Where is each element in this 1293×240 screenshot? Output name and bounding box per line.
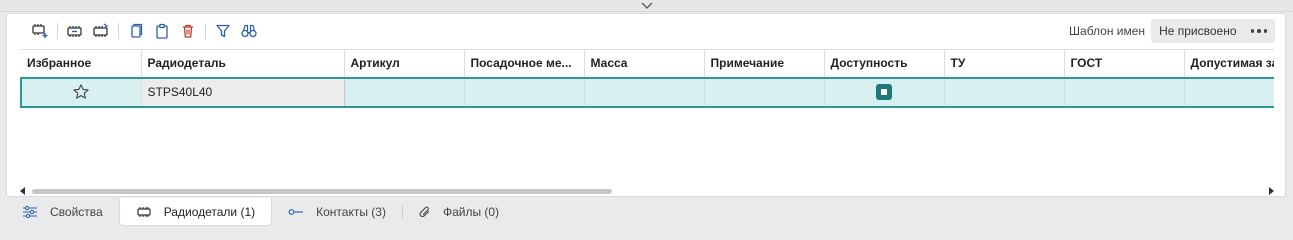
toolbar-separator: [205, 23, 206, 39]
availability-cell[interactable]: [824, 76, 945, 108]
template-selector[interactable]: Не присвоено: [1151, 19, 1275, 43]
tab-label: Файлы (0): [442, 205, 500, 219]
components-grid: Избранное Радиодеталь Артикул Посадочное…: [20, 49, 1274, 189]
mass-cell[interactable]: [584, 76, 705, 108]
footprint-cell[interactable]: [464, 76, 585, 108]
column-header-tu[interactable]: ТУ: [944, 49, 1065, 78]
import-component-button[interactable]: [62, 18, 88, 44]
toolbar-separator: [118, 23, 119, 39]
import-component-icon: [67, 26, 82, 37]
column-header-footprint[interactable]: Посадочное ме...: [464, 49, 585, 78]
export-component-icon: [93, 23, 109, 37]
components-panel: Шаблон имен Не присвоено Избранное Радио…: [6, 13, 1286, 197]
copy-button[interactable]: [123, 18, 149, 44]
tab-components[interactable]: Радиодетали (1): [118, 198, 273, 226]
filter-icon: [216, 24, 230, 38]
favorite-cell[interactable]: [20, 76, 142, 108]
toolbar-separator: [57, 23, 58, 39]
binoculars-icon: [241, 24, 257, 38]
component-icon: [136, 205, 152, 219]
tolerance-cell[interactable]: [1184, 76, 1274, 108]
availability-checkbox[interactable]: [876, 84, 892, 100]
chevron-down-icon[interactable]: [641, 2, 653, 10]
add-component-icon: [32, 24, 48, 38]
tab-contacts[interactable]: Контакты (3): [272, 199, 402, 226]
paperclip-icon: [419, 205, 431, 219]
tu-cell[interactable]: [944, 76, 1065, 108]
column-header-tolerance[interactable]: Допустимая за: [1184, 49, 1274, 78]
column-header-gost[interactable]: ГОСТ: [1064, 49, 1185, 78]
note-cell[interactable]: [704, 76, 825, 108]
components-table: Избранное Радиодеталь Артикул Посадочное…: [20, 49, 1274, 108]
tab-label: Контакты (3): [316, 205, 386, 219]
copy-icon: [131, 23, 143, 38]
name-template: Шаблон имен Не присвоено: [1069, 19, 1275, 43]
tab-label: Радиодетали (1): [163, 204, 256, 219]
sliders-icon: [22, 205, 38, 219]
gost-cell[interactable]: [1064, 76, 1185, 108]
delete-button[interactable]: [175, 18, 201, 44]
column-header-article[interactable]: Артикул: [344, 49, 465, 78]
column-header-mass[interactable]: Масса: [584, 49, 705, 78]
search-button[interactable]: [236, 18, 262, 44]
column-header-note[interactable]: Примечание: [704, 49, 825, 78]
scrollbar-thumb[interactable]: [32, 189, 612, 194]
scroll-left-icon[interactable]: [20, 187, 26, 195]
bottom-tabs: Свойства Радиодетали (1) Контакты (3) Фа…: [6, 198, 1286, 226]
table-row[interactable]: STPS40L40: [20, 76, 1274, 108]
tab-label: Свойства: [50, 205, 103, 219]
add-component-button[interactable]: [27, 18, 53, 44]
filter-button[interactable]: [210, 18, 236, 44]
collapse-bar[interactable]: [0, 0, 1293, 12]
contact-pin-icon: [288, 207, 304, 217]
component-name-cell[interactable]: STPS40L40: [140, 76, 345, 108]
scroll-right-icon[interactable]: [1268, 187, 1274, 195]
template-value: Не присвоено: [1159, 24, 1237, 38]
column-header-favorite[interactable]: Избранное: [21, 49, 142, 78]
article-cell[interactable]: [344, 76, 465, 108]
table-header-row: Избранное Радиодеталь Артикул Посадочное…: [21, 49, 1274, 78]
more-icon[interactable]: [1250, 29, 1267, 33]
paste-button[interactable]: [149, 18, 175, 44]
column-header-availability[interactable]: Доступность: [824, 49, 945, 78]
star-icon[interactable]: [72, 83, 90, 101]
trash-icon: [183, 24, 193, 38]
export-component-button[interactable]: [88, 18, 114, 44]
horizontal-scrollbar[interactable]: [20, 186, 1274, 196]
toolbar: Шаблон имен Не присвоено: [7, 14, 1285, 48]
tab-properties[interactable]: Свойства: [6, 199, 119, 226]
paste-icon: [156, 23, 168, 39]
column-header-component[interactable]: Радиодеталь: [141, 49, 345, 78]
tab-files[interactable]: Файлы (0): [403, 199, 515, 226]
template-label: Шаблон имен: [1069, 24, 1146, 38]
